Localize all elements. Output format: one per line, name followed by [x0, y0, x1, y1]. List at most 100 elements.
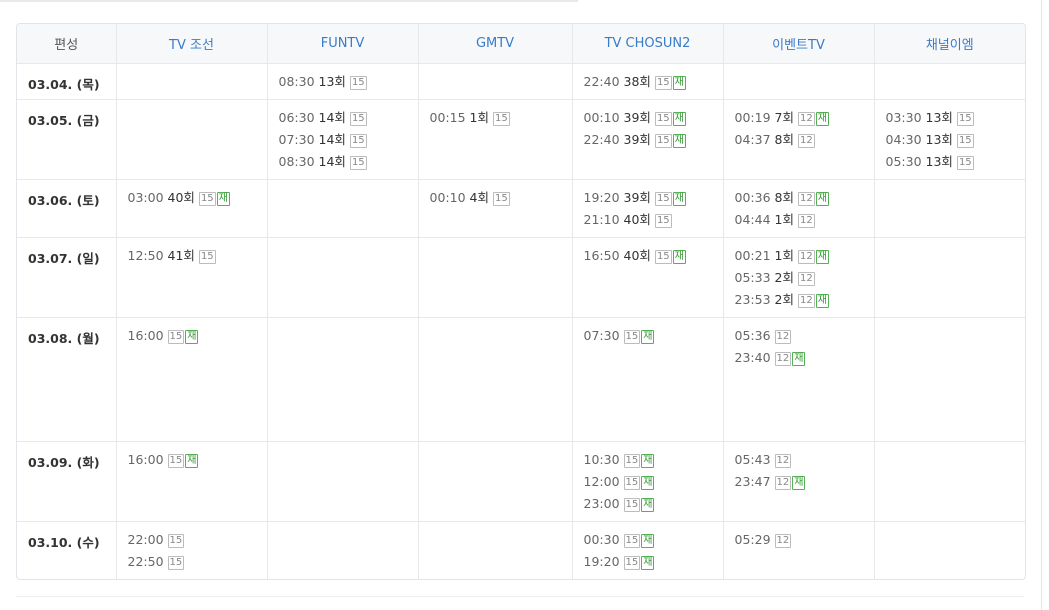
airing-entry[interactable]: 04:44 1회 12 — [735, 212, 874, 234]
episode-number: 40회 — [623, 211, 651, 227]
channel-header[interactable]: 이벤트TV — [723, 24, 875, 64]
episode-number: 13회 — [925, 109, 953, 125]
schedule-cell: 16:50 40회 15 재 — [572, 237, 724, 318]
airing-entry[interactable]: 22:50 15 — [128, 554, 267, 576]
age-rating-badge: 12 — [797, 271, 815, 286]
airing-entry[interactable]: 00:36 8회 12 재 — [735, 190, 874, 212]
airing-entry[interactable]: 19:20 15 재 — [584, 554, 723, 576]
rerun-badge: 재 — [815, 249, 829, 264]
airing-entry[interactable]: 04:30 13회 15 — [886, 132, 1026, 154]
schedule-cell — [267, 441, 419, 523]
schedule-row: 03.06. (토) 03:00 40회 15 재 00:10 4회 15 19:20 39회 15… — [17, 179, 1025, 238]
schedule-body: 03.04. (목) 08:30 13회 15 22:40 38회 15 재 03.05. (금… — [17, 63, 1025, 579]
airing-entry[interactable]: 22:00 15 — [128, 532, 267, 554]
schedule-cell — [874, 317, 1025, 443]
date-cell: 03.05. (금) — [17, 99, 117, 180]
age-rating-badge: 12 — [774, 329, 792, 344]
airing-entry[interactable]: 05:29 12 — [735, 532, 874, 554]
airing-entry[interactable]: 23:53 2회 12 재 — [735, 292, 874, 314]
channel-header[interactable]: FUNTV — [267, 24, 419, 64]
age-rating-badge: 15 — [654, 75, 672, 90]
airing-entry[interactable]: 00:30 15 재 — [584, 532, 723, 554]
airing-entry[interactable]: 12:00 15 재 — [584, 474, 723, 496]
airing-time: 12:00 — [583, 474, 620, 490]
airing-entry[interactable]: 16:00 15 재 — [128, 328, 267, 350]
airing-entry[interactable]: 07:30 15 재 — [584, 328, 723, 350]
airing-entry[interactable]: 19:20 39회 15 재 — [584, 190, 723, 212]
age-rating-badge: 12 — [797, 293, 815, 308]
episode-number: 40회 — [623, 247, 651, 263]
airing-entry[interactable]: 00:15 1회 15 — [430, 110, 572, 132]
schedule-cell: 00:19 7회 12 재 04:37 8회 12 — [723, 99, 875, 180]
airing-time: 21:10 — [583, 211, 620, 227]
schedule-cell: 00:15 1회 15 — [418, 99, 573, 180]
age-rating-badge: 12 — [774, 454, 792, 469]
channel-header[interactable]: TV 조선 — [116, 24, 268, 64]
age-rating-badge: 15 — [492, 111, 510, 126]
airing-entry[interactable]: 10:30 15 재 — [584, 452, 723, 474]
airing-entry[interactable]: 05:30 13회 15 — [886, 154, 1026, 176]
schedule-row: 03.10. (수) 22:00 15 22:50 15 00:30 15 재 19:20 15 재… — [17, 521, 1025, 579]
airing-entry[interactable]: 23:00 15 재 — [584, 496, 723, 518]
airing-entry[interactable]: 00:10 4회 15 — [430, 190, 572, 212]
airing-time: 19:20 — [583, 554, 620, 570]
airing-time: 00:30 — [583, 532, 620, 548]
airing-time: 05:29 — [734, 532, 771, 548]
channel-header[interactable]: TV CHOSUN2 — [572, 24, 724, 64]
age-rating-badge: 15 — [167, 454, 185, 469]
airing-entry[interactable]: 05:43 12 — [735, 452, 874, 474]
airing-entry[interactable]: 00:10 39회 15 재 — [584, 110, 723, 132]
schedule-row: 03.05. (금) 06:30 14회 15 07:30 14회 15 08:30 14회 15… — [17, 99, 1026, 180]
airing-entry[interactable]: 23:40 12 재 — [735, 350, 874, 372]
schedule-cell: 16:00 15 재 — [116, 441, 268, 523]
episode-number: 38회 — [623, 73, 651, 89]
date-cell: 03.07. (일) — [17, 237, 117, 318]
airing-entry[interactable]: 23:47 12 재 — [735, 474, 874, 496]
airing-entry[interactable]: 05:33 2회 12 — [735, 270, 874, 292]
channel-header[interactable]: 채널이엠 — [874, 24, 1025, 64]
airing-entry[interactable]: 03:30 13회 15 — [886, 110, 1026, 132]
schedule-cell: 12:50 41회 15 — [116, 237, 268, 318]
schedule-cell — [418, 317, 573, 443]
age-rating-badge: 15 — [349, 111, 367, 126]
schedule-cell: 00:10 39회 15 재 22:40 39회 15 재 — [572, 99, 724, 180]
rerun-badge: 재 — [641, 476, 655, 491]
rerun-badge: 재 — [185, 329, 199, 344]
airing-entry[interactable]: 06:30 14회 15 — [279, 110, 418, 132]
airing-entry[interactable]: 05:36 12 — [735, 328, 874, 350]
schedule-cell: 00:10 4회 15 — [418, 179, 573, 238]
schedule-row: 03.07. (일) 12:50 41회 15 16:50 40회 15 재 00:21 1회 12… — [17, 237, 1025, 318]
airing-time: 04:37 — [734, 131, 771, 147]
airing-time: 03:00 — [127, 189, 164, 205]
age-rating-badge: 15 — [654, 133, 672, 148]
age-rating-badge: 15 — [198, 249, 216, 264]
schedule-cell: 05:36 12 23:40 12 재 — [723, 317, 875, 443]
episode-number: 39회 — [623, 131, 651, 147]
airing-entry[interactable]: 16:00 15 재 — [128, 452, 267, 474]
schedule-cell — [723, 63, 875, 100]
airing-entry[interactable]: 04:37 8회 12 — [735, 132, 874, 154]
airing-entry[interactable]: 21:10 40회 15 — [584, 212, 723, 234]
airing-entry[interactable]: 22:40 38회 15 재 — [584, 74, 723, 96]
airing-entry[interactable]: 22:40 39회 15 재 — [584, 132, 723, 154]
airing-entry[interactable]: 08:30 14회 15 — [279, 154, 418, 176]
schedule-cell: 00:21 1회 12 재 05:33 2회 12 23:53 2회 12 재 — [723, 237, 875, 318]
broadcast-schedule-table-container: 편성 TV 조선 FUNTV GMTV TV CHOSUN2 이벤트TV 채널이… — [16, 23, 1026, 580]
airing-time: 23:40 — [734, 349, 771, 365]
rerun-badge: 재 — [815, 111, 829, 126]
airing-time: 23:47 — [734, 474, 771, 490]
airing-entry[interactable]: 00:21 1회 12 재 — [735, 248, 874, 270]
channel-header[interactable]: GMTV — [418, 24, 573, 64]
airing-time: 00:21 — [734, 247, 771, 263]
age-rating-badge: 15 — [654, 111, 672, 126]
airing-time: 19:20 — [583, 189, 620, 205]
airing-entry[interactable]: 03:00 40회 15 재 — [128, 190, 267, 212]
airing-entry[interactable]: 16:50 40회 15 재 — [584, 248, 723, 270]
airing-time: 08:30 — [278, 73, 315, 89]
airing-entry[interactable]: 00:19 7회 12 재 — [735, 110, 874, 132]
airing-entry[interactable]: 12:50 41회 15 — [128, 248, 267, 270]
airing-time: 00:10 — [429, 189, 466, 205]
airing-entry[interactable]: 07:30 14회 15 — [279, 132, 418, 154]
airing-entry[interactable]: 08:30 13회 15 — [279, 74, 418, 96]
schedule-cell — [418, 441, 573, 523]
